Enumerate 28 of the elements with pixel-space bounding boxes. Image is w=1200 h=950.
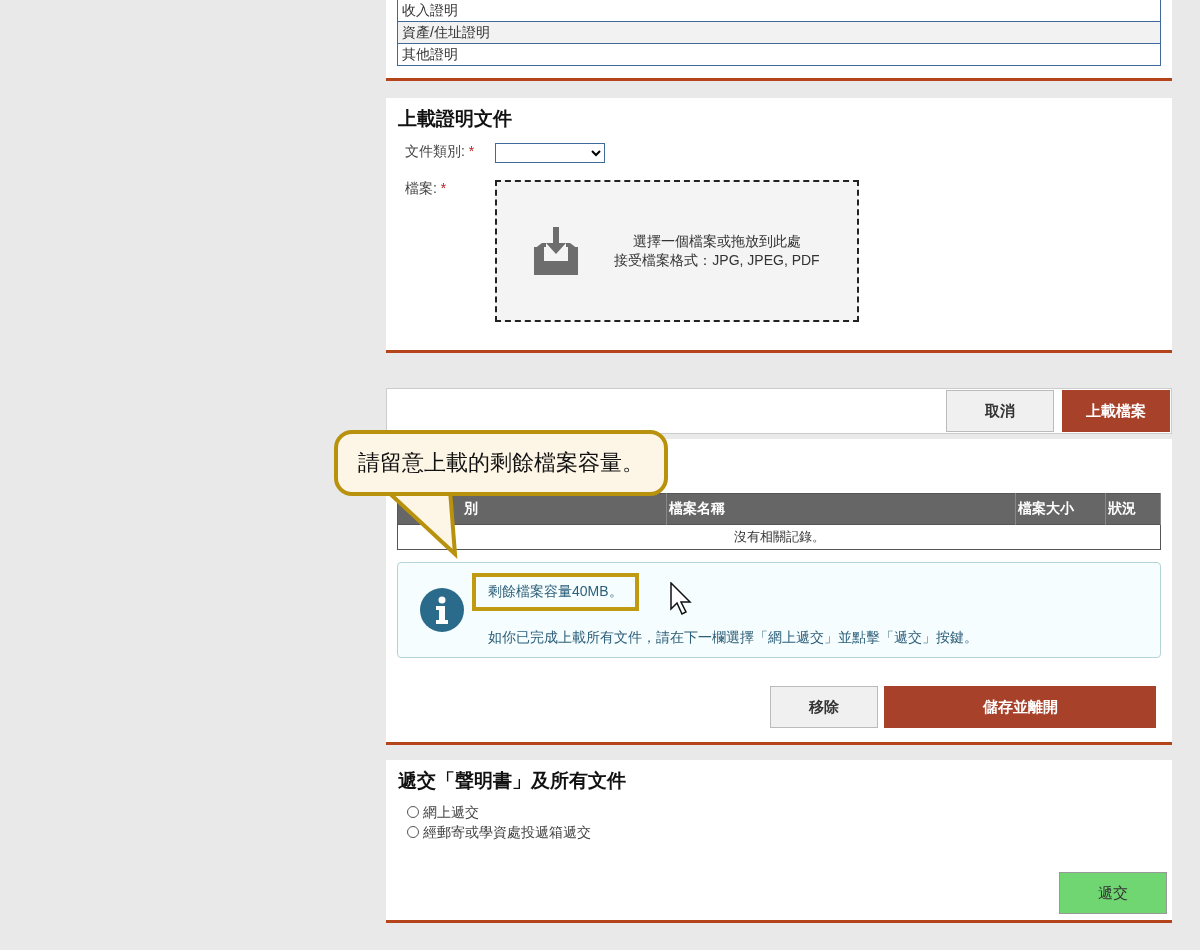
radio-label: 網上遞交: [423, 803, 479, 822]
file-dropzone[interactable]: 選擇一個檔案或拖放到此處 接受檔案格式：JPG, JPEG, PDF: [495, 180, 859, 322]
required-mark: *: [440, 180, 447, 196]
info-icon: [420, 588, 464, 632]
field-label: 文件類別:: [405, 143, 465, 159]
cursor-icon: [670, 582, 694, 616]
dropzone-text: 選擇一個檔案或拖放到此處: [632, 232, 802, 251]
column-header: 狀況: [1105, 493, 1161, 525]
download-tray-icon: [534, 227, 579, 275]
empty-message: 沒有相關記錄。: [397, 524, 1161, 550]
format-note: 接受檔案格式：JPG, JPEG, PDF: [614, 251, 820, 270]
field-label: 檔案:: [405, 180, 437, 196]
section-title: 上載證明文件: [397, 106, 513, 131]
list-item: 資產/住址證明: [397, 22, 1161, 44]
category-select[interactable]: [495, 143, 605, 163]
submit-button[interactable]: 遞交: [1059, 872, 1167, 914]
save-exit-button[interactable]: 儲存並離開: [884, 686, 1156, 728]
radio-label: 經郵寄或學資處投遞箱遞交: [423, 823, 591, 842]
remaining-capacity-text: 剩餘檔案容量40MB。: [472, 573, 639, 611]
column-header: 檔案名稱: [666, 493, 1016, 525]
instruction-text: 如你已完成上載所有文件，請在下一欄選擇「網上遞交」並點擊「遞交」按鍵。: [488, 629, 978, 647]
cancel-button[interactable]: 取消: [946, 390, 1054, 432]
remove-button[interactable]: 移除: [770, 686, 878, 728]
column-header: 檔案大小: [1015, 493, 1106, 525]
section-title: 遞交「聲明書」及所有文件: [397, 768, 627, 793]
list-item: 其他證明: [397, 44, 1161, 66]
upload-button[interactable]: 上載檔案: [1062, 390, 1170, 432]
required-mark: *: [468, 143, 475, 159]
